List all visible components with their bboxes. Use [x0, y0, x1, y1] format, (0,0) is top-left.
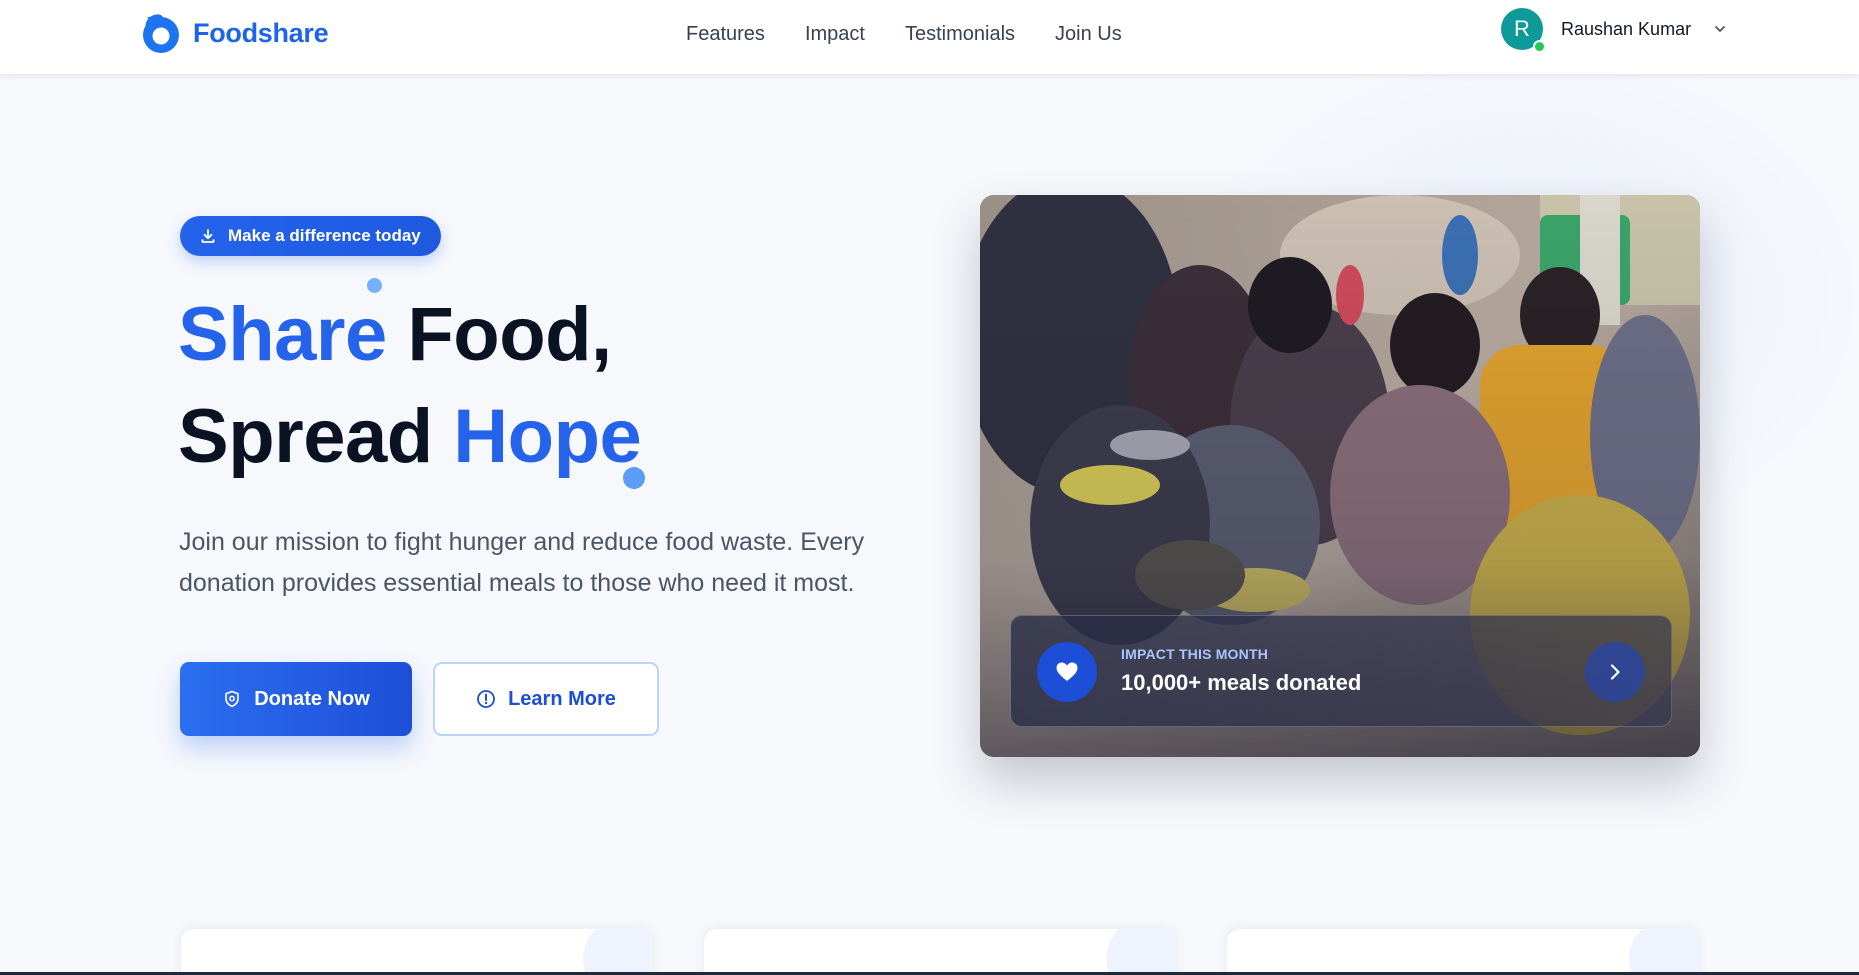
avatar[interactable]: R — [1501, 8, 1546, 53]
user-menu[interactable]: R Raushan Kumar — [1501, 8, 1727, 53]
donate-now-label: Donate Now — [254, 687, 370, 710]
impact-panel: IMPACT THIS MONTH 10,000+ meals donated — [1010, 615, 1672, 727]
hero-headline: Share Food, Spread Hope — [178, 284, 642, 488]
download-icon — [201, 229, 215, 243]
card-corner-decoration — [1106, 929, 1176, 975]
water-drop-logo-icon — [143, 14, 179, 53]
chevron-right-icon — [1610, 664, 1620, 680]
hero-subtitle: Join our mission to fight hunger and red… — [179, 528, 865, 597]
user-name: Raushan Kumar — [1561, 18, 1692, 39]
avatar-initial: R — [1514, 16, 1530, 41]
feature-card — [1226, 928, 1700, 975]
impact-value: 10,000+ meals donated — [1121, 670, 1362, 695]
feature-card — [703, 928, 1177, 975]
headline-spread: Spread — [178, 394, 454, 479]
impact-label: IMPACT THIS MONTH — [1121, 646, 1269, 662]
hero-badge-label: Make a difference today — [228, 226, 421, 245]
chevron-down-icon[interactable] — [1713, 22, 1727, 36]
impact-next-button[interactable] — [1585, 642, 1645, 702]
brand-name: Foodshare — [193, 17, 329, 48]
headline-accent-hope: Hope — [453, 394, 642, 479]
info-circle-icon — [477, 690, 495, 708]
top-navbar: Foodshare Features Impact Testimonials J… — [0, 0, 1859, 74]
nav-impact[interactable]: Impact — [805, 20, 865, 48]
headline-food: Food, — [386, 292, 612, 377]
learn-more-label: Learn More — [508, 687, 616, 710]
card-corner-decoration — [1629, 929, 1699, 975]
main-nav: Features Impact Testimonials Join Us — [686, 20, 1122, 48]
card-corner-decoration — [583, 929, 653, 975]
nav-testimonials[interactable]: Testimonials — [905, 20, 1015, 48]
shield-icon — [225, 690, 240, 708]
donate-now-button[interactable]: Donate Now — [180, 662, 412, 736]
brand[interactable]: Foodshare — [139, 11, 329, 55]
online-status-dot — [1533, 40, 1546, 53]
impact-heart-badge — [1037, 642, 1097, 702]
nav-features[interactable]: Features — [686, 20, 765, 48]
feature-card — [180, 928, 654, 975]
heart-icon — [1056, 662, 1078, 681]
hero-badge: Make a difference today — [180, 216, 441, 256]
nav-join-us[interactable]: Join Us — [1055, 20, 1122, 48]
hero-photo-card: IMPACT THIS MONTH 10,000+ meals donated — [980, 195, 1700, 757]
learn-more-button[interactable]: Learn More — [433, 662, 659, 736]
headline-accent-share: Share — [178, 292, 387, 377]
